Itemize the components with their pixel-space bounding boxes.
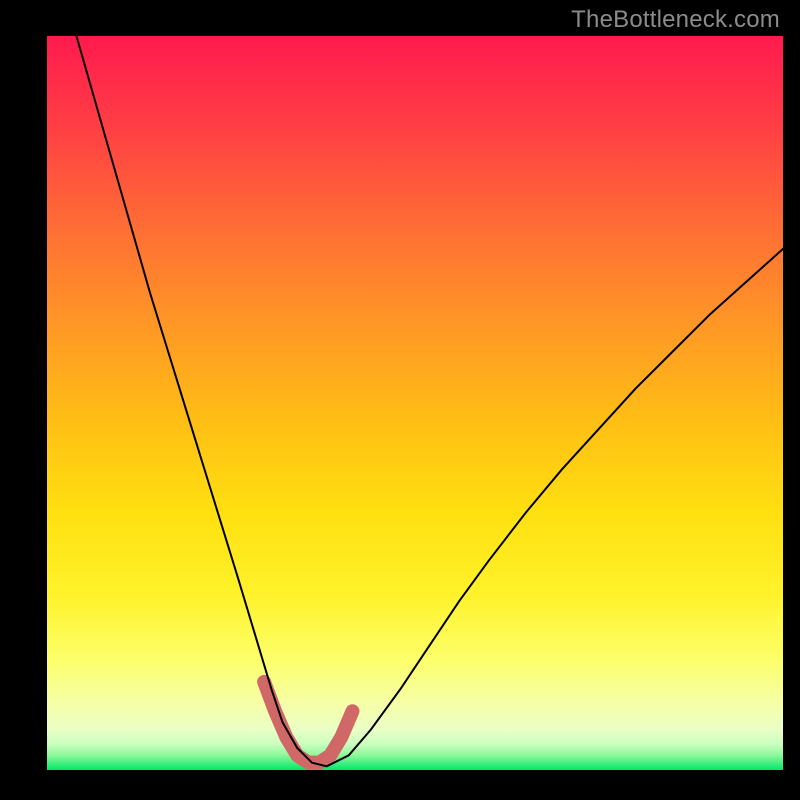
chart-frame: TheBottleneck.com <box>0 0 800 800</box>
bottleneck-chart <box>47 36 783 770</box>
watermark-label: TheBottleneck.com <box>571 6 780 34</box>
gradient-background <box>47 36 783 770</box>
plot-area <box>47 36 783 770</box>
